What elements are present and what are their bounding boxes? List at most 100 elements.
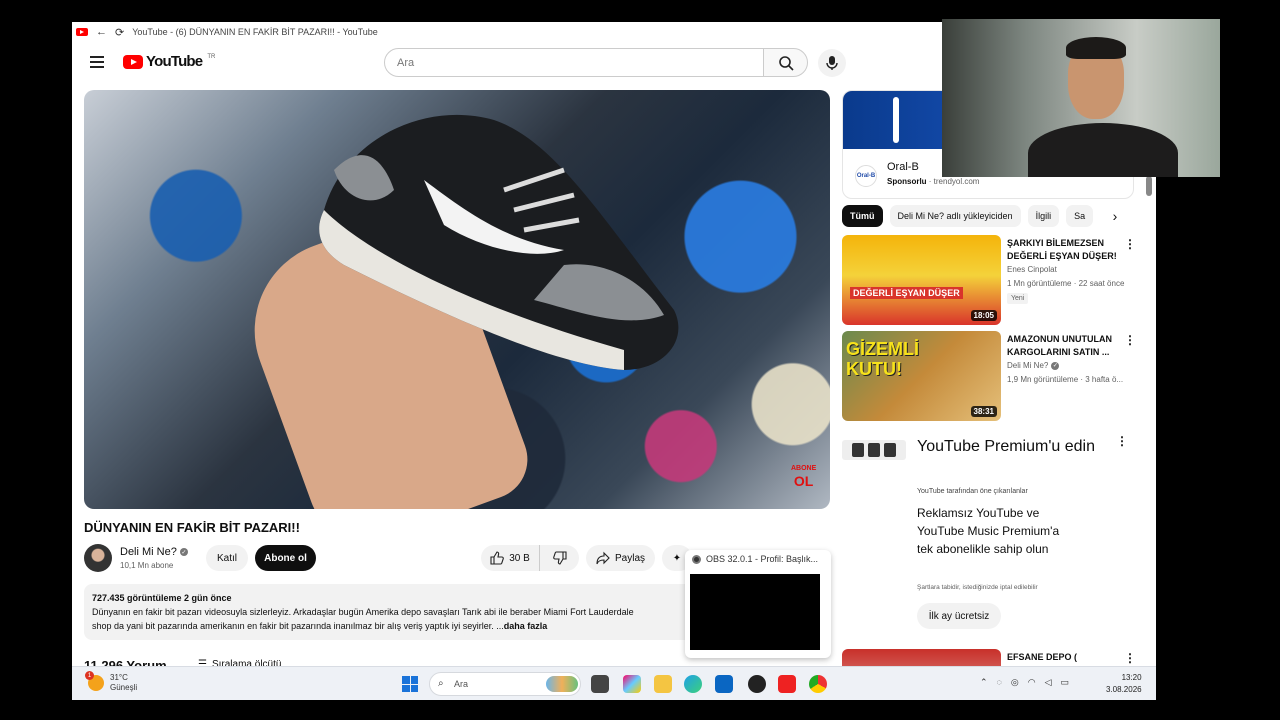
video-player[interactable]: ABONE OL [84,90,830,509]
task-view-icon[interactable] [591,675,609,693]
more-options-icon[interactable]: ⋮ [1124,333,1136,347]
date: 3.08.2026 [1106,685,1142,694]
views-and-date: 727.435 görüntüleme 2 gün önce [92,593,232,603]
network-icon[interactable]: ◌ [997,677,1002,688]
description-line2: shop da yani bit pazarında amerikanın en… [92,619,706,633]
search-highlight-image [546,676,578,692]
thumbnail-text: DEĞERLİ EŞYAN DÜŞER [850,287,963,299]
search-input[interactable]: Ara [384,48,764,77]
dislike-button[interactable] [539,545,579,571]
copilot-icon[interactable] [623,675,641,693]
country-code: TR [207,54,216,60]
more-options-icon[interactable]: ⋮ [1124,651,1136,665]
chevron-up-icon[interactable]: ⌃ [980,677,988,688]
premium-promo: YouTube Premium'u edin YouTube tarafında… [842,434,1132,634]
toothbrush-image [893,97,899,143]
subscribe-watermark[interactable]: ABONE OL [791,463,816,489]
thumbs-up-icon [490,551,505,565]
like-button[interactable]: 30 B [481,545,539,571]
watermark-line2: OL [793,473,814,489]
chrome-icon[interactable] [809,675,827,693]
weather-widget[interactable]: 1 31°C Güneşli [85,671,137,693]
channel-name-link[interactable]: Deli Mi Ne? ✓ [120,546,188,558]
battery-icon[interactable]: ▭ [1061,677,1070,688]
taskbar-clock[interactable]: 13:20 3.08.2026 [1106,672,1142,696]
chip-all[interactable]: Tümü [842,205,883,227]
recommendation-title: EFSANE DEPO ( [1007,652,1078,662]
subscribe-button[interactable]: Abone ol [255,545,316,571]
subscriber-count: 10,1 Mn abone [120,561,174,570]
obs-preview-popup[interactable]: OBS 32.0.1 - Profil: Başlık... [685,550,831,658]
youtube-taskbar-icon[interactable] [778,675,796,693]
obs-icon [692,554,701,564]
premium-devices-image [842,440,906,460]
search-button[interactable] [763,48,808,77]
windows-taskbar: 1 31°C Güneşli ⌕ Ara ⌃ ◌ ◎ ◠ ◁ ▭ 13:20 3… [72,666,1156,700]
hamburger-menu-icon[interactable] [90,56,104,68]
thumbs-down-icon [552,551,567,565]
chevron-right-icon[interactable]: › [1104,205,1126,227]
notification-badge: 1 [85,671,94,680]
share-arrow-icon [596,551,610,565]
show-more-link[interactable]: daha fazla [504,621,548,631]
channel-avatar[interactable] [84,544,112,572]
recommendation-meta: 1,9 Mn görüntüleme · 3 hafta ö... [1007,375,1124,384]
recommendation-item[interactable]: DEĞERLİ EŞYAN DÜŞER 18:05 ŞARKIYI BİLEME… [842,235,1136,325]
taskbar-search-placeholder: Ara [454,679,469,689]
chip-from-uploader[interactable]: Deli Mi Ne? adlı yükleyiciden [889,205,1021,227]
recommendation-item[interactable]: GİZEMLİ KUTU! 38:31 AMAZONUN UNUTULAN KA… [842,331,1136,421]
volume-icon[interactable]: ◁ [1045,677,1052,688]
voice-search-button[interactable] [818,49,846,77]
video-title: DÜNYANIN EN FAKİR BİT PAZARI!! [84,520,300,535]
recommendation-channel[interactable]: Enes Cinpolat [1007,265,1057,274]
logo-text: YouTube [146,53,203,70]
recommendation-thumbnail[interactable]: DEĞERLİ EŞYAN DÜŞER 18:05 [842,235,1001,325]
like-count: 30 B [509,552,530,564]
wifi-icon[interactable]: ◠ [1028,677,1036,688]
youtube-logo[interactable]: YouTube TR [123,53,215,70]
sun-icon: 1 [85,671,104,691]
recommendation-title: ŞARKIYI BİLEMEZSEN DEĞERLİ EŞYAN DÜŞER! [1007,238,1117,261]
recommendation-meta: 1 Mn görüntüleme · 22 saat önce [1007,279,1125,288]
verified-check-icon: ✓ [1051,361,1060,370]
taskbar-search[interactable]: ⌕ Ara [429,672,581,696]
chip-related[interactable]: İlgili [1027,205,1060,227]
obs-title: OBS 32.0.1 - Profil: Başlık... [706,554,819,564]
chip-partial[interactable]: Sa [1066,205,1094,227]
ad-sponsor-line: Sponsorlu · trendyol.com [887,177,979,186]
language-icon[interactable]: ◎ [1011,677,1019,688]
windows-start-icon[interactable] [402,676,418,692]
edge-icon[interactable] [684,675,702,693]
description-text-2: shop da yani bit pazarında amerikanın en… [92,621,504,631]
tab-title: YouTube - (6) DÜNYANIN EN FAKİR BİT PAZA… [132,27,378,37]
webcam-overlay [942,19,1220,177]
ad-logo: Oral-B [855,165,877,187]
premium-source: YouTube tarafından öne çıkarılanlar [917,488,1028,495]
back-arrow-icon[interactable]: ← [96,26,107,38]
recommendation-channel[interactable]: Deli Mi Ne? ✓ [1007,361,1060,370]
join-button[interactable]: Katıl [206,545,248,571]
premium-trial-button[interactable]: İlk ay ücretsiz [917,603,1001,629]
share-button[interactable]: Paylaş [586,545,655,571]
video-frame-shoe [319,114,679,370]
store-icon[interactable] [715,675,733,693]
microphone-icon [826,56,838,70]
share-label: Paylaş [614,552,645,564]
search-icon: ⌕ [438,678,444,689]
sparkle-icon: ✦ [672,552,682,564]
more-options-icon[interactable]: ⋮ [1124,237,1136,251]
youtube-play-icon [123,54,143,69]
temperature: 31°C [110,673,128,682]
premium-title: YouTube Premium'u edin [917,438,1095,455]
more-options-icon[interactable]: ⋮ [1116,434,1128,448]
thumbnail-text: GİZEMLİ KUTU! [846,339,919,379]
sidebar-scrollbar[interactable] [1146,176,1152,196]
system-tray: ⌃ ◌ ◎ ◠ ◁ ▭ [980,677,1069,688]
time: 13:20 [1121,673,1142,682]
ad-domain: · trendyol.com [926,177,980,186]
reload-icon[interactable]: ⟳ [115,26,124,39]
description-box[interactable]: 727.435 görüntüleme 2 gün önce Dünyanın … [84,584,714,640]
recommendation-thumbnail[interactable]: GİZEMLİ KUTU! 38:31 [842,331,1001,421]
obs-taskbar-icon[interactable] [748,675,766,693]
file-explorer-icon[interactable] [654,675,672,693]
